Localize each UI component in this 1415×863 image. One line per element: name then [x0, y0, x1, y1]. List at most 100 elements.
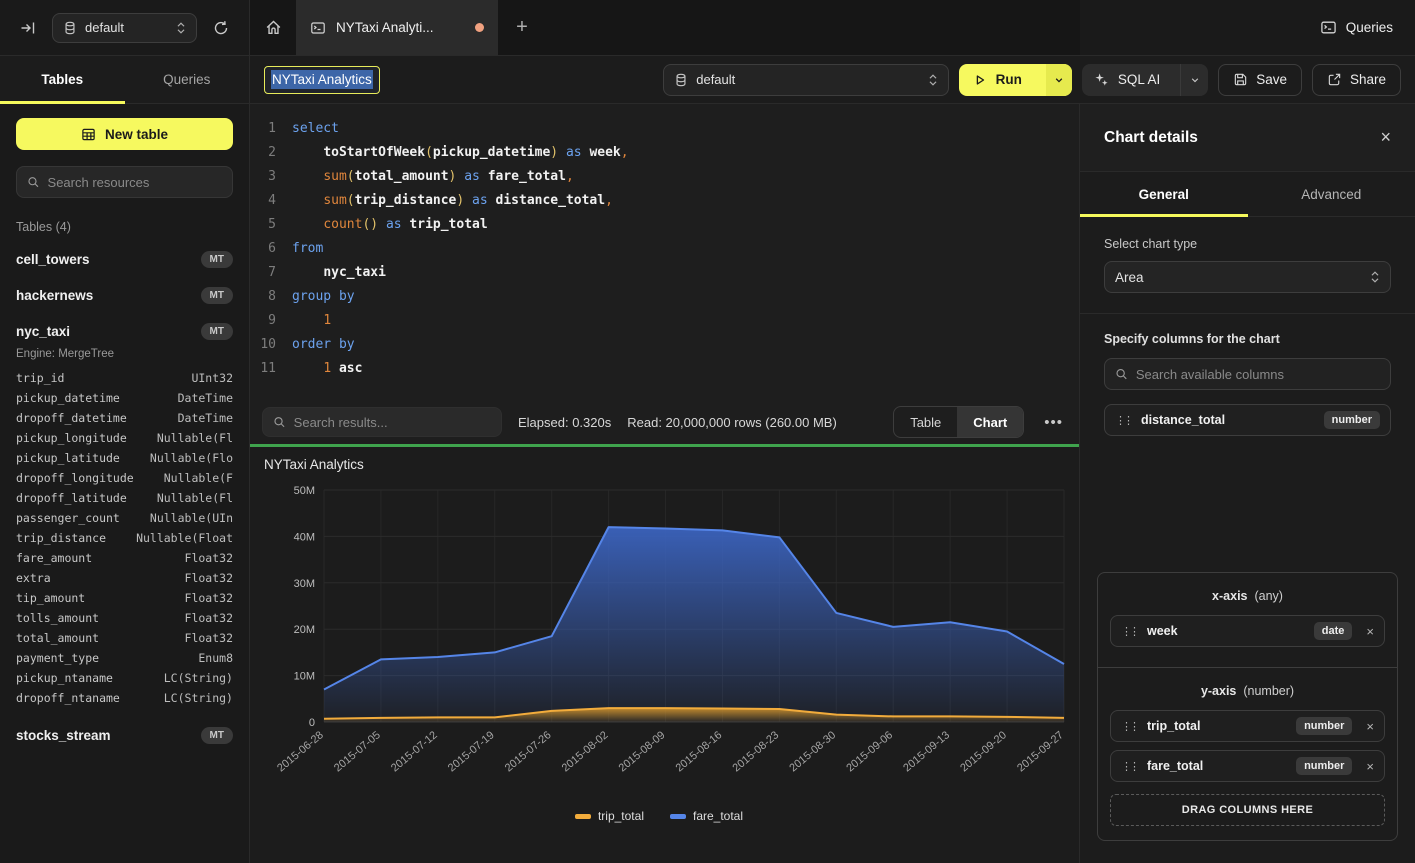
run-options-caret[interactable]	[1046, 64, 1072, 96]
sidebar-tab-tables[interactable]: Tables	[0, 56, 125, 103]
column-row[interactable]: fare_amountFloat32	[16, 548, 233, 568]
column-type: Nullable(Float	[136, 531, 233, 545]
new-tab-button[interactable]: +	[498, 0, 546, 55]
code-line: 2 toStartOfWeek(pickup_datetime) as week…	[250, 141, 1079, 165]
tab-advanced[interactable]: Advanced	[1248, 172, 1415, 216]
column-row[interactable]: dropoff_ntanameLC(String)	[16, 688, 233, 708]
database-selector[interactable]: default	[52, 13, 197, 43]
column-row[interactable]: passenger_countNullable(UIn	[16, 508, 233, 528]
code-token	[456, 165, 464, 189]
column-row[interactable]: pickup_longitudeNullable(Fl	[16, 428, 233, 448]
chart-details-title: Chart details	[1104, 129, 1198, 147]
table-row[interactable]: cell_towersMT	[16, 248, 233, 270]
table-row[interactable]: hackernewsMT	[16, 284, 233, 306]
new-table-button[interactable]: New table	[16, 118, 233, 150]
code-token: trip_distance	[355, 189, 457, 213]
column-row[interactable]: trip_idUInt32	[16, 368, 233, 388]
save-button[interactable]: Save	[1218, 64, 1302, 96]
columns-search-input[interactable]	[1136, 367, 1380, 382]
database-selector-value: default	[85, 20, 168, 35]
collapse-sidebar-button[interactable]	[14, 14, 42, 42]
results-search[interactable]	[262, 407, 502, 437]
legend-item-trip_total[interactable]: trip_total	[575, 809, 644, 823]
x-tick-label: 2015-09-06	[844, 729, 895, 774]
column-drag-item[interactable]: ⋮⋮weekdate×	[1110, 615, 1385, 647]
x-tick-label: 2015-08-30	[787, 729, 838, 774]
share-button[interactable]: Share	[1312, 64, 1401, 96]
column-drag-item[interactable]: ⋮⋮fare_totalnumber×	[1110, 750, 1385, 782]
column-row[interactable]: pickup_ntanameLC(String)	[16, 668, 233, 688]
column-row[interactable]: dropoff_longitudeNullable(F	[16, 468, 233, 488]
updown-chevron-icon	[176, 21, 186, 35]
share-button-label: Share	[1350, 72, 1386, 87]
code-token: ,	[566, 165, 574, 189]
drag-handle-icon[interactable]: ⋮⋮	[1115, 414, 1131, 427]
remove-column-icon[interactable]: ×	[1362, 759, 1374, 774]
table-row[interactable]: stocks_streamMT	[16, 724, 233, 746]
column-row[interactable]: total_amountFloat32	[16, 628, 233, 648]
column-row[interactable]: payment_typeEnum8	[16, 648, 233, 668]
y-axis-items: ⋮⋮trip_totalnumber×⋮⋮fare_totalnumber×	[1103, 710, 1392, 782]
more-options-button[interactable]: •••	[1040, 414, 1067, 431]
code-token: ()	[362, 213, 378, 237]
query-title-input[interactable]: NYTaxi Analytics	[264, 66, 380, 94]
drag-columns-dropzone[interactable]: DRAG COLUMNS HERE	[1110, 794, 1385, 826]
specify-columns-label: Specify columns for the chart	[1104, 332, 1398, 346]
queries-button[interactable]: Queries	[1320, 19, 1393, 36]
drag-handle-icon[interactable]: ⋮⋮	[1121, 760, 1137, 773]
sql-ai-caret[interactable]	[1180, 64, 1208, 96]
sidebar-tab-queries[interactable]: Queries	[125, 56, 250, 103]
run-button-main[interactable]: Run	[959, 64, 1038, 96]
resources-search-input[interactable]	[48, 175, 222, 190]
remove-column-icon[interactable]: ×	[1362, 624, 1374, 639]
results-search-input[interactable]	[294, 415, 491, 430]
toggle-chart[interactable]: Chart	[957, 407, 1023, 437]
home-button[interactable]	[250, 0, 296, 55]
code-line: 10order by	[250, 333, 1079, 357]
column-row[interactable]: pickup_datetimeDateTime	[16, 388, 233, 408]
code-token: order by	[292, 333, 355, 357]
refresh-button[interactable]	[207, 14, 235, 42]
drag-handle-icon[interactable]: ⋮⋮	[1121, 720, 1137, 733]
tab-general[interactable]: General	[1080, 172, 1248, 216]
database-icon	[674, 73, 688, 87]
column-type: Nullable(UIn	[150, 511, 233, 525]
drag-handle-icon[interactable]: ⋮⋮	[1121, 625, 1137, 638]
table-row[interactable]: nyc_taxiMT	[16, 320, 233, 342]
run-button[interactable]: Run	[959, 64, 1072, 96]
chart-details-tabs: General Advanced	[1080, 172, 1415, 217]
legend-item-fare_total[interactable]: fare_total	[670, 809, 743, 823]
column-drag-item[interactable]: ⋮⋮distance_totalnumber	[1104, 404, 1391, 436]
resources-search[interactable]	[16, 166, 233, 198]
code-token: total_amount	[355, 165, 449, 189]
column-type: Float32	[185, 591, 233, 605]
sql-ai-button[interactable]: SQL AI	[1082, 64, 1208, 96]
column-row[interactable]: trip_distanceNullable(Float	[16, 528, 233, 548]
column-name: tolls_amount	[16, 611, 99, 625]
columns-search[interactable]	[1104, 358, 1391, 390]
column-type: Nullable(Fl	[157, 491, 233, 505]
column-row[interactable]: dropoff_latitudeNullable(Fl	[16, 488, 233, 508]
column-drag-item[interactable]: ⋮⋮trip_totalnumber×	[1110, 710, 1385, 742]
sql-editor[interactable]: 1select2 toStartOfWeek(pickup_datetime) …	[250, 104, 1079, 400]
sidebar-header: default	[0, 0, 250, 55]
sql-ai-main[interactable]: SQL AI	[1082, 64, 1172, 96]
chart-type-selector[interactable]: Area	[1104, 261, 1391, 293]
column-type-badge: number	[1296, 757, 1352, 775]
run-database-selector[interactable]: default	[663, 64, 948, 96]
column-row[interactable]: dropoff_datetimeDateTime	[16, 408, 233, 428]
query-tab-active[interactable]: NYTaxi Analyti...	[296, 0, 498, 55]
code-token: )	[550, 141, 558, 165]
code-token: (	[425, 141, 433, 165]
column-row[interactable]: tolls_amountFloat32	[16, 608, 233, 628]
remove-column-icon[interactable]: ×	[1362, 719, 1374, 734]
column-row[interactable]: extraFloat32	[16, 568, 233, 588]
close-icon[interactable]: ×	[1380, 127, 1391, 148]
code-token: count	[323, 213, 362, 237]
column-row[interactable]: tip_amountFloat32	[16, 588, 233, 608]
table-icon	[81, 127, 96, 142]
y-tick-label: 30M	[294, 578, 315, 590]
toggle-table[interactable]: Table	[894, 407, 957, 437]
code-token	[582, 141, 590, 165]
column-row[interactable]: pickup_latitudeNullable(Flo	[16, 448, 233, 468]
